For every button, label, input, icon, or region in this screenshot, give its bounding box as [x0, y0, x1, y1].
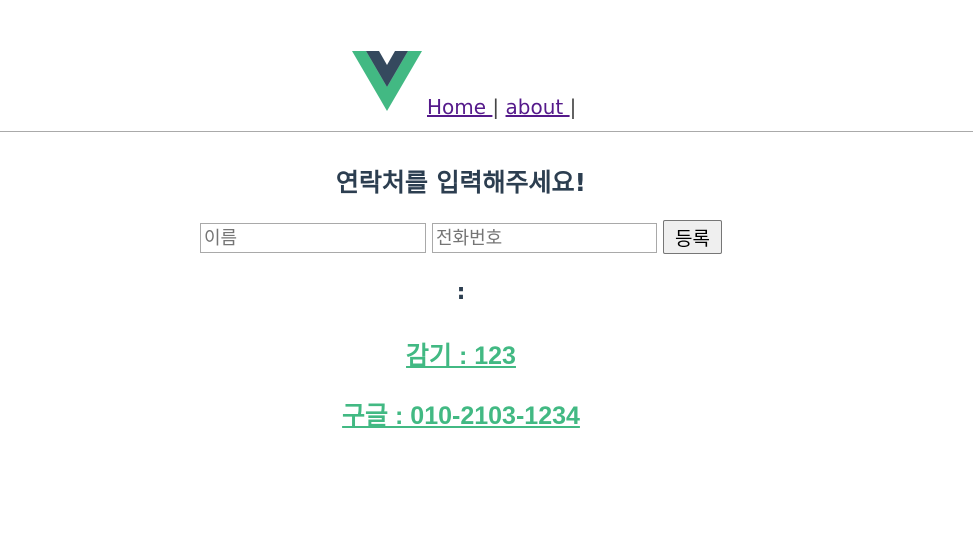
phone-input[interactable] — [432, 223, 657, 253]
top-nav: Home | about | — [0, 0, 973, 132]
nav-separator: | — [492, 95, 500, 119]
nav-link-about[interactable]: about — [506, 95, 570, 119]
contact-list: 감기 : 123 구글 : 010-2103-1234 — [0, 336, 922, 456]
contact-item: 구글 : 010-2103-1234 — [0, 396, 922, 456]
selected-contact: : — [456, 280, 466, 305]
vue-logo-icon — [352, 51, 422, 111]
nav-links: Home | about | — [427, 94, 576, 120]
nav-link-home[interactable]: Home — [427, 95, 492, 119]
name-input[interactable] — [200, 223, 426, 253]
contact-link[interactable]: 구글 : 010-2103-1234 — [342, 402, 580, 430]
contact-link[interactable]: 감기 : 123 — [406, 342, 516, 370]
contact-item: 감기 : 123 — [0, 336, 922, 396]
register-button[interactable]: 등록 — [663, 220, 722, 254]
page-title: 연락처를 입력해주세요! — [335, 168, 587, 197]
nav-separator: | — [569, 95, 577, 119]
